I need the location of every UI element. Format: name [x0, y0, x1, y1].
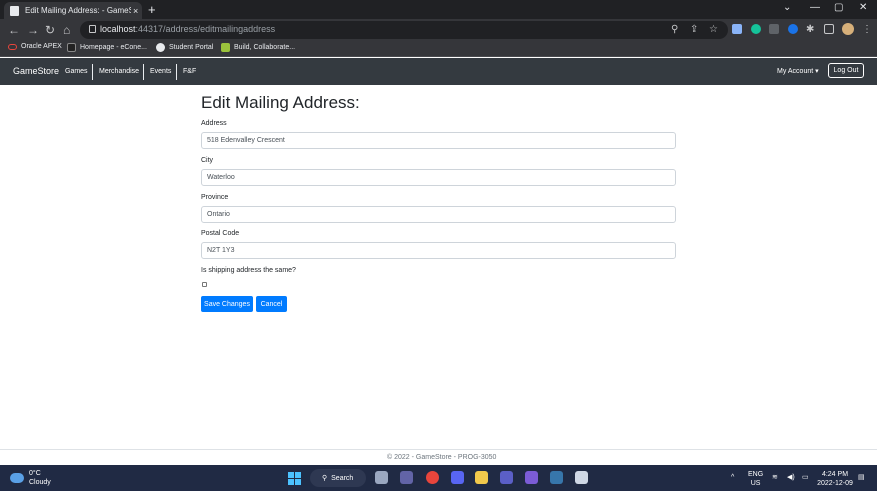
bookmark-oracle-apex[interactable]: Oracle APEX: [8, 43, 62, 50]
browser-tab-bar: Edit Mailing Address: - GameSto × + ⌄ — …: [0, 0, 877, 19]
url-text: localhost:44317/address/editmailingaddre…: [100, 24, 276, 34]
back-icon[interactable]: ←: [8, 23, 20, 37]
close-tab-icon[interactable]: ×: [133, 6, 138, 16]
wifi-icon[interactable]: ≋: [772, 473, 778, 482]
postal-code-label: Postal Code: [201, 230, 240, 237]
extension-icon[interactable]: [769, 24, 779, 34]
avatar[interactable]: [842, 23, 854, 35]
econestoga-icon: [67, 43, 76, 52]
windows-start-icon[interactable]: [288, 472, 301, 485]
cloud-icon: [10, 473, 24, 483]
windows-taskbar: 0°C Cloudy ⚲ Search ^ ENG US ≋ ◀) ▭ 4:24…: [0, 465, 877, 491]
page-favicon-icon: [10, 5, 19, 16]
tab-search-icon[interactable]: ⌄: [783, 2, 791, 13]
brand-link[interactable]: GameStore: [13, 66, 59, 76]
lang-bottom: US: [750, 480, 761, 487]
notification-icon[interactable]: ▤: [858, 473, 865, 482]
search-label: Search: [331, 474, 354, 482]
home-icon[interactable]: ⌂: [63, 23, 70, 37]
puzzle-icon[interactable]: ✱: [806, 23, 814, 37]
site-navbar: GameStore Games Merchandise Events F&F M…: [0, 58, 877, 85]
teams-chat-icon[interactable]: [400, 471, 413, 484]
address-field[interactable]: 518 Edenvalley Crescent: [201, 132, 676, 149]
clock-date: 2022-12-09: [817, 480, 853, 487]
file-explorer-icon[interactable]: [475, 471, 488, 484]
nav-divider: [143, 64, 144, 80]
bookmarks-bar: Oracle APEX Homepage - eCone... Student …: [0, 41, 877, 57]
shipping-same-checkbox[interactable]: [202, 282, 207, 287]
maximize-icon[interactable]: ▢: [834, 2, 843, 13]
city-value: Waterloo: [207, 174, 235, 181]
weather-condition: Cloudy: [29, 479, 51, 486]
page-footer: © 2022 - GameStore - PROG-3050: [0, 449, 877, 465]
task-view-icon[interactable]: [375, 471, 388, 484]
clock-time: 4:24 PM: [821, 471, 849, 478]
chrome-icon[interactable]: [426, 471, 439, 484]
side-panel-icon[interactable]: [824, 24, 834, 34]
taskbar-search[interactable]: ⚲ Search: [310, 469, 366, 487]
nav-events[interactable]: Events: [150, 68, 171, 75]
address-value: 518 Edenvalley Crescent: [207, 137, 285, 144]
postal-code-value: N2T 1Y3: [207, 247, 235, 254]
close-window-icon[interactable]: ✕: [859, 2, 867, 13]
new-tab-icon[interactable]: +: [148, 2, 156, 17]
weather-widget[interactable]: 0°C Cloudy: [10, 469, 51, 487]
extension-icon[interactable]: [732, 24, 742, 34]
discord-icon[interactable]: [451, 471, 464, 484]
grammarly-icon[interactable]: [751, 24, 761, 34]
battery-icon[interactable]: ▭: [802, 473, 809, 482]
tab-title: Edit Mailing Address: - GameSto: [25, 6, 131, 15]
nav-games[interactable]: Games: [65, 68, 88, 75]
cancel-button[interactable]: Cancel: [256, 296, 287, 312]
nav-ff[interactable]: F&F: [183, 68, 196, 75]
reload-icon[interactable]: ↻: [45, 23, 55, 37]
weather-temp: 0°C: [29, 470, 41, 477]
oracle-icon: [8, 43, 17, 50]
share-icon[interactable]: ⇪: [690, 23, 698, 37]
visual-studio-icon[interactable]: [525, 471, 538, 484]
extension-icon[interactable]: [788, 24, 798, 34]
my-account-dropdown[interactable]: My Account ▾: [777, 67, 819, 75]
nav-merchandise[interactable]: Merchandise: [99, 68, 139, 75]
address-bar[interactable]: localhost:44317/address/editmailingaddre…: [80, 21, 728, 39]
bookmark-star-icon[interactable]: ☆: [709, 23, 718, 37]
province-label: Province: [201, 194, 229, 201]
bookmark-build-collaborate[interactable]: Build, Collaborate...: [221, 43, 295, 52]
minimize-icon[interactable]: —: [810, 2, 820, 13]
python-icon[interactable]: [550, 471, 563, 484]
province-value: Ontario: [207, 211, 230, 218]
zoom-icon[interactable]: ⚲: [671, 23, 678, 37]
language-indicator[interactable]: ENG US: [748, 470, 763, 488]
nav-divider: [92, 64, 93, 80]
province-field[interactable]: Ontario: [201, 206, 676, 223]
globe-icon: [156, 43, 165, 52]
bookmark-site-icon: [221, 43, 230, 52]
city-field[interactable]: Waterloo: [201, 169, 676, 186]
browser-toolbar: ← → ↻ ⌂ localhost:44317/address/editmail…: [0, 19, 877, 41]
browser-tab[interactable]: Edit Mailing Address: - GameSto ×: [4, 2, 142, 19]
forward-icon[interactable]: →: [27, 23, 39, 37]
bookmark-student-portal[interactable]: Student Portal: [156, 43, 213, 52]
app-icon[interactable]: [575, 471, 588, 484]
clock[interactable]: 4:24 PM 2022-12-09: [815, 470, 855, 488]
search-icon: ⚲: [322, 475, 328, 482]
city-label: City: [201, 157, 214, 164]
save-changes-button[interactable]: Save Changes: [201, 296, 253, 312]
shipping-same-label: Is shipping address the same?: [201, 267, 296, 274]
volume-icon[interactable]: ◀): [787, 473, 795, 482]
lang-top: ENG: [748, 471, 764, 478]
nav-divider: [176, 64, 177, 80]
logout-button[interactable]: Log Out: [828, 63, 864, 78]
page-title: Edit Mailing Address:: [201, 93, 360, 112]
teams-icon[interactable]: [500, 471, 513, 484]
address-label: Address: [201, 120, 227, 127]
footer-text: © 2022 - GameStore - PROG-3050: [387, 454, 497, 461]
bookmark-homepage[interactable]: Homepage - eCone...: [67, 43, 147, 52]
menu-icon[interactable]: ⋮: [862, 23, 872, 37]
lock-icon: [89, 25, 96, 33]
chevron-up-icon[interactable]: ^: [731, 473, 734, 482]
postal-code-field[interactable]: N2T 1Y3: [201, 242, 676, 259]
